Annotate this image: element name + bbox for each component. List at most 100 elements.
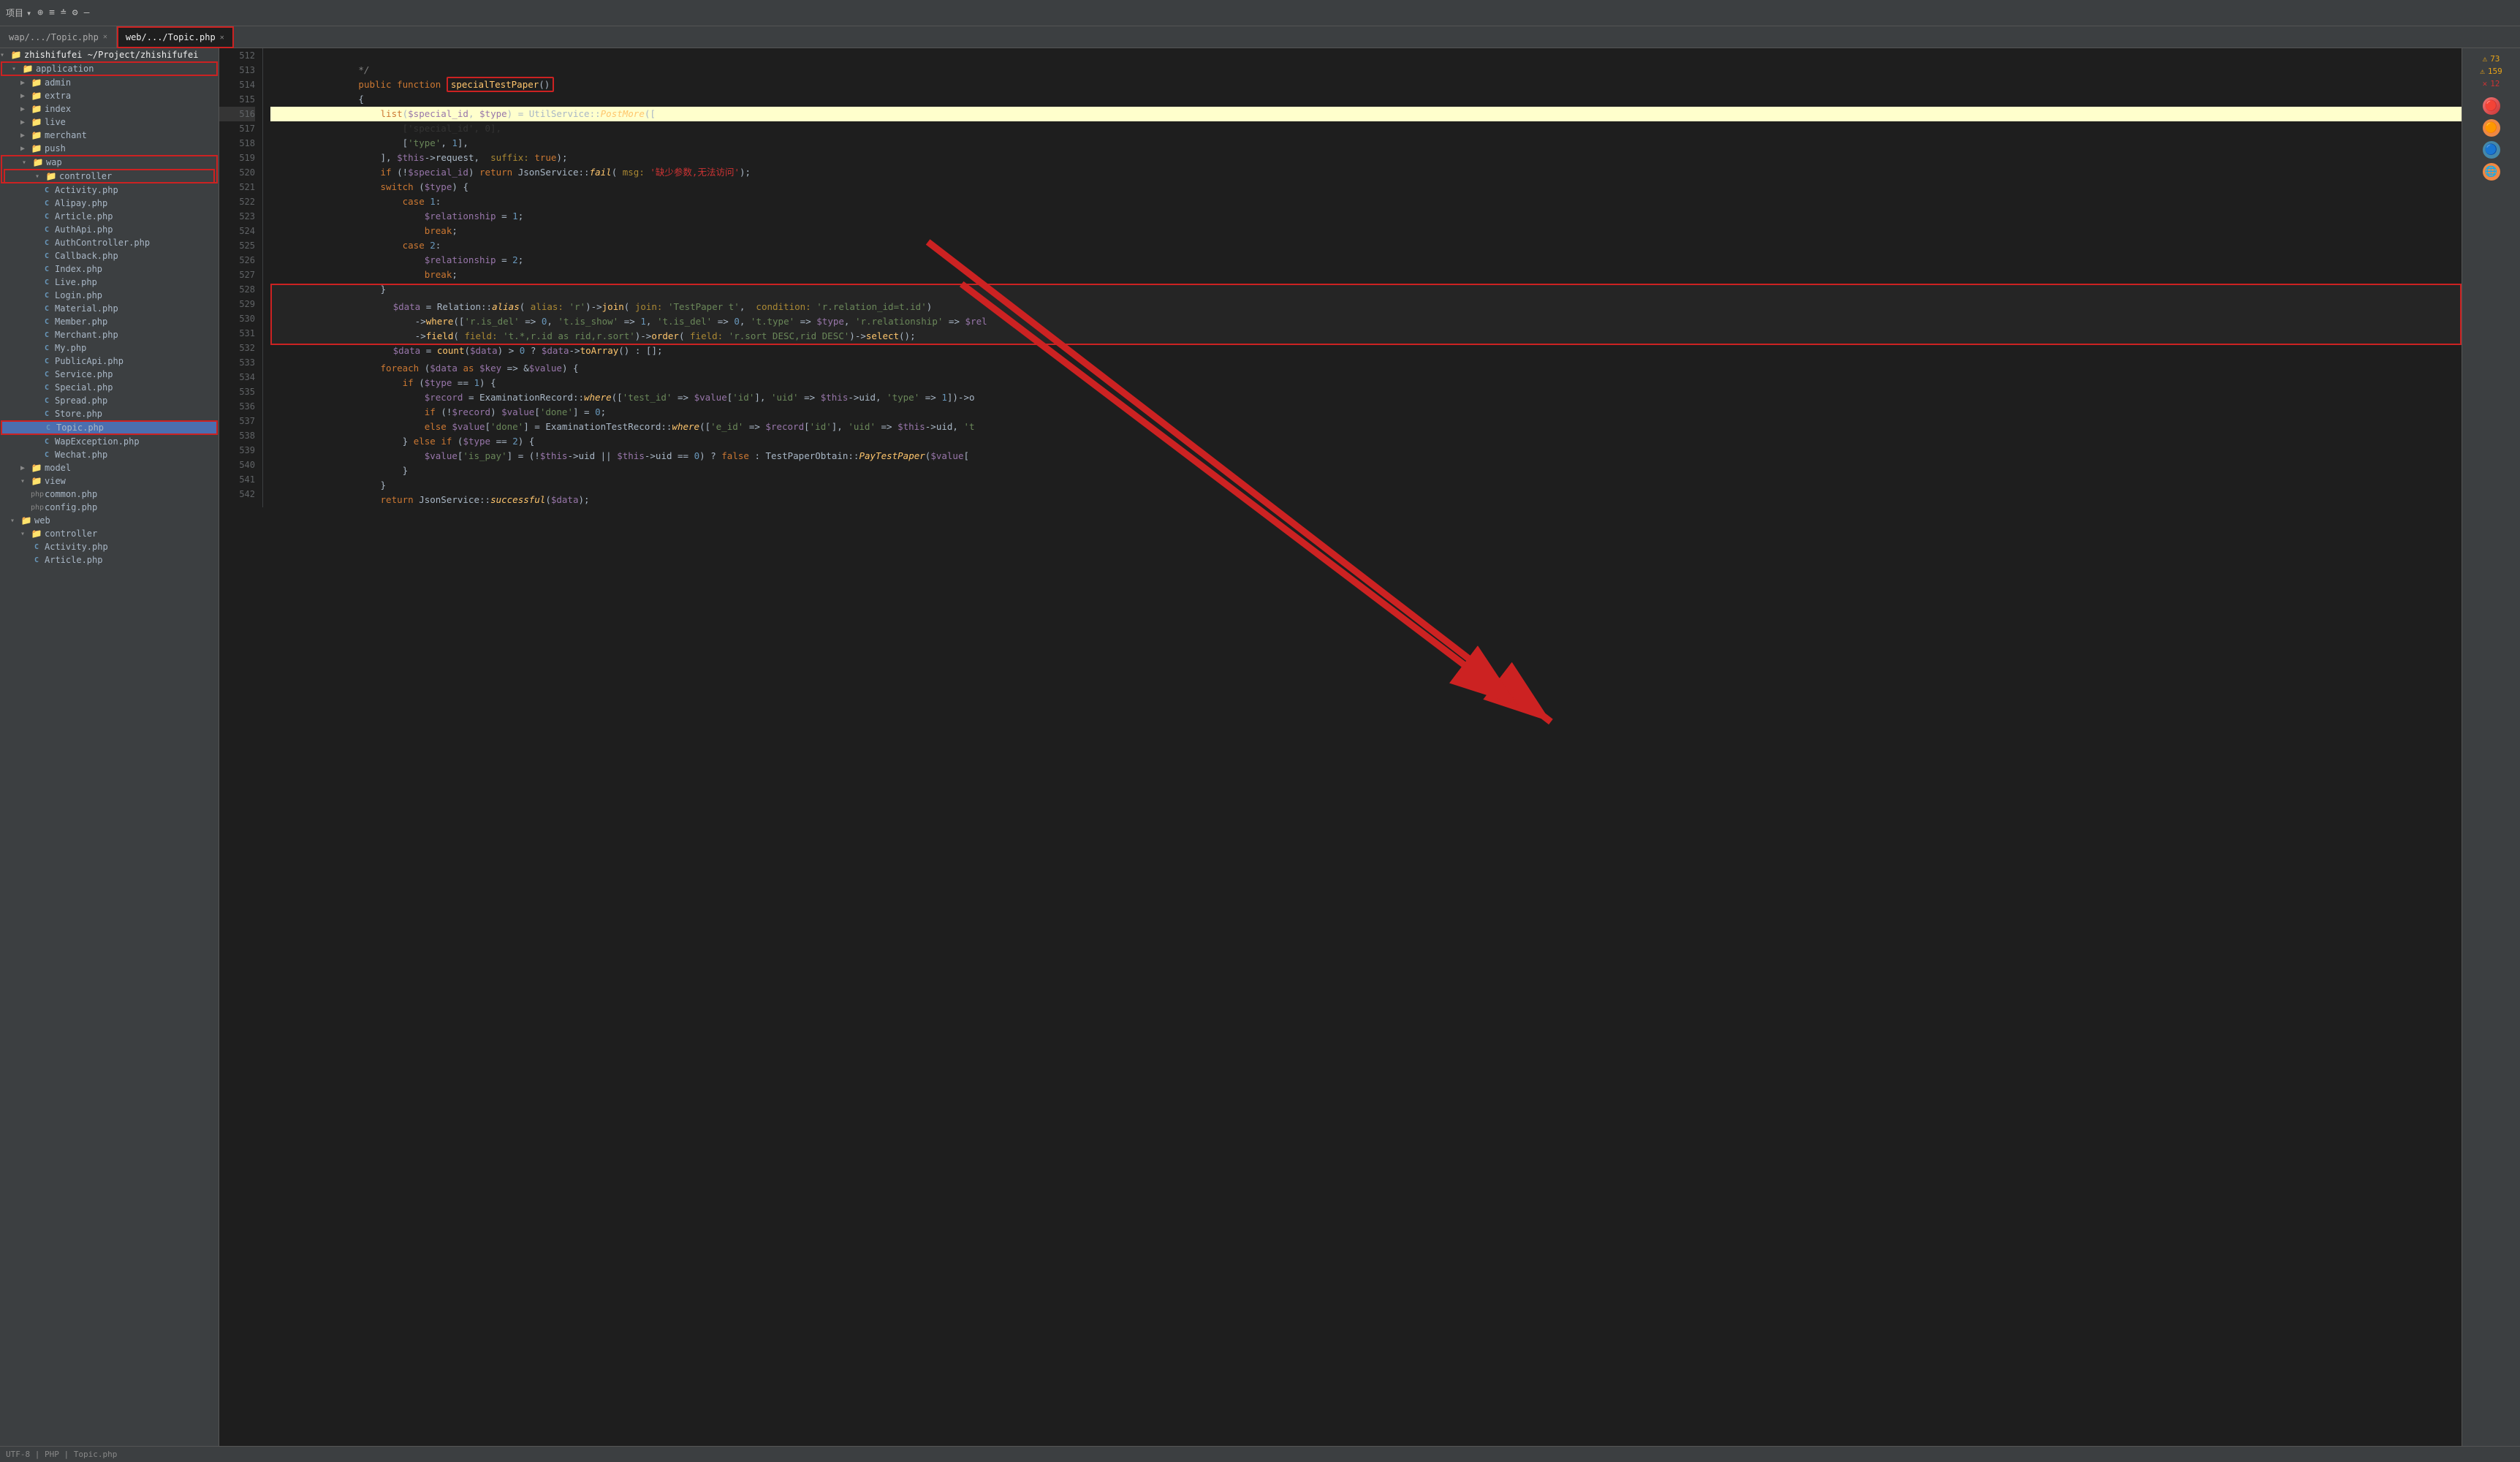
sidebar-item-model[interactable]: ▶ 📁 model <box>0 461 219 474</box>
code-line-514: { <box>270 77 2462 92</box>
sidebar-item-push[interactable]: ▶ 📁 push <box>0 142 219 155</box>
sidebar-file-topic[interactable]: C Topic.php <box>1 421 217 434</box>
sidebar-file-live[interactable]: C Live.php <box>0 276 219 289</box>
sidebar-item-index[interactable]: ▶ 📁 index <box>0 102 219 115</box>
browser-icon-4: 🌐 <box>2483 163 2500 181</box>
app-container: 项目 ▾ ⊕ ≡ ≐ ⚙ — wap/.../Topic.php ✕ web/.… <box>0 0 2520 1462</box>
sidebar-file-authcontroller[interactable]: C AuthController.php <box>0 236 219 249</box>
tab-label: web/.../Topic.php <box>126 32 216 42</box>
sidebar-item-label: config.php <box>45 502 97 512</box>
php-file-icon: C <box>41 265 53 273</box>
line-number: 517 <box>219 121 255 136</box>
warning-icon-2: ⚠ <box>2480 67 2485 76</box>
line-number: 539 <box>219 443 255 458</box>
php-file-icon: C <box>41 279 53 287</box>
minimize-icon[interactable]: — <box>84 7 90 18</box>
sidebar-item-label: model <box>45 463 71 473</box>
sidebar-item-label: Activity.php <box>55 185 118 195</box>
php-file-icon: C <box>41 438 53 446</box>
toolbar-icon-1[interactable]: ⊕ <box>37 7 43 18</box>
sidebar-file-service[interactable]: C Service.php <box>0 368 219 381</box>
sidebar-item-application[interactable]: ▾ 📁 application <box>1 62 217 75</box>
line-number: 529 <box>219 297 255 311</box>
php-file-icon: C <box>41 239 53 247</box>
sidebar-file-my[interactable]: C My.php <box>0 341 219 355</box>
sidebar-file-web-activity[interactable]: C Activity.php <box>0 540 219 553</box>
sidebar-file-wechat[interactable]: C Wechat.php <box>0 448 219 461</box>
sidebar-item-label: application <box>36 64 94 74</box>
error-count-label: 12 <box>2490 79 2500 88</box>
toolbar-icon-2[interactable]: ≡ <box>49 7 55 18</box>
line-number: 524 <box>219 224 255 238</box>
sidebar-file-publicapi[interactable]: C PublicApi.php <box>0 355 219 368</box>
sidebar-item-label: WapException.php <box>55 436 140 447</box>
code-line-538: $value['is_pay'] = (!$this->uid || $this… <box>270 434 2462 449</box>
code-line-512: */ <box>270 48 2462 63</box>
sidebar-file-merchant[interactable]: C Merchant.php <box>0 328 219 341</box>
line-number: 521 <box>219 180 255 194</box>
sidebar-file-special[interactable]: C Special.php <box>0 381 219 394</box>
sidebar-item-label: AuthApi.php <box>55 224 113 235</box>
sidebar-file-common[interactable]: php common.php <box>0 488 219 501</box>
sidebar-item-merchant[interactable]: ▶ 📁 merchant <box>0 129 219 142</box>
toolbar-project[interactable]: 项目 ▾ <box>6 7 31 19</box>
sidebar-file-callback[interactable]: C Callback.php <box>0 249 219 262</box>
sidebar-item-extra[interactable]: ▶ 📁 extra <box>0 89 219 102</box>
sidebar-item-web[interactable]: ▾ 📁 web <box>0 514 219 527</box>
browser-icon-2: 🟠 <box>2483 119 2500 137</box>
sidebar-item-view[interactable]: ▾ 📁 view <box>0 474 219 488</box>
warning-count-label-2: 159 <box>2488 67 2502 76</box>
code-editor[interactable]: 512 513 514 515 516 517 518 519 520 521 … <box>219 48 2462 1446</box>
sidebar-file-login[interactable]: C Login.php <box>0 289 219 302</box>
sidebar-item-admin[interactable]: ▶ 📁 admin <box>0 76 219 89</box>
gear-icon[interactable]: ⚙ <box>72 7 78 18</box>
sidebar-file-wapexception[interactable]: C WapException.php <box>0 435 219 448</box>
sidebar-root[interactable]: ▾ 📁 zhishifufei ~/Project/zhishifufei <box>0 48 219 61</box>
code-content[interactable]: */ public function specialTestPaper() { … <box>263 48 2462 507</box>
sidebar-file-activity[interactable]: C Activity.php <box>0 183 219 197</box>
folder-icon: 📁 <box>10 50 22 60</box>
chevron-down-icon: ▾ <box>10 517 20 525</box>
close-icon[interactable]: ✕ <box>220 34 224 42</box>
chevron-right-icon: ▶ <box>20 145 31 153</box>
toolbar-icon-3[interactable]: ≐ <box>61 7 67 18</box>
folder-icon: 📁 <box>22 64 34 74</box>
sidebar-file-config[interactable]: php config.php <box>0 501 219 514</box>
sidebar-file-store[interactable]: C Store.php <box>0 407 219 420</box>
sidebar-item-label: Wechat.php <box>55 450 107 460</box>
sidebar-file-index[interactable]: C Index.php <box>0 262 219 276</box>
sidebar-item-label: Material.php <box>55 303 118 314</box>
php-file-icon: C <box>41 344 53 352</box>
sidebar-file-member[interactable]: C Member.php <box>0 315 219 328</box>
folder-icon: 📁 <box>31 104 42 114</box>
php-file-icon: C <box>41 357 53 366</box>
sidebar-file-authapi[interactable]: C AuthApi.php <box>0 223 219 236</box>
sidebar-item-controller[interactable]: ▾ 📁 controller <box>4 170 214 183</box>
line-number: 522 <box>219 194 255 209</box>
close-icon[interactable]: ✕ <box>103 33 107 41</box>
sidebar-file-spread[interactable]: C Spread.php <box>0 394 219 407</box>
sidebar-item-label: wap <box>46 157 62 167</box>
code-line-533: if ($type == 1) { <box>270 361 2462 376</box>
folder-icon: 📁 <box>31 117 42 127</box>
chevron-right-icon: ▶ <box>20 132 31 140</box>
sidebar-item-web-controller[interactable]: ▾ 📁 controller <box>0 527 219 540</box>
tab-wap-topic[interactable]: wap/.../Topic.php ✕ <box>0 26 117 48</box>
right-panel: ⚠ 73 ⚠ 159 ✕ 12 🔴 🟠 🔵 🌐 <box>2462 48 2520 1446</box>
sidebar-file-alipay[interactable]: C Alipay.php <box>0 197 219 210</box>
sidebar-item-label: push <box>45 143 66 154</box>
sidebar-file-material[interactable]: C Material.php <box>0 302 219 315</box>
php-file-icon: C <box>41 318 53 326</box>
php-file-icon: php <box>31 504 42 512</box>
sidebar-item-label: Login.php <box>55 290 102 300</box>
sidebar-item-live[interactable]: ▶ 📁 live <box>0 115 219 129</box>
tab-web-topic[interactable]: web/.../Topic.php ✕ <box>117 26 234 48</box>
warning-icon: ⚠ <box>2483 54 2488 64</box>
code-line-525: $relationship = 2; <box>270 238 2462 253</box>
folder-icon: 📁 <box>31 529 42 539</box>
code-area: 512 513 514 515 516 517 518 519 520 521 … <box>219 48 2462 507</box>
sidebar-file-web-article[interactable]: C Article.php <box>0 553 219 567</box>
sidebar-item-wap[interactable]: ▾ 📁 wap <box>1 156 217 169</box>
toolbar: 项目 ▾ ⊕ ≡ ≐ ⚙ — <box>0 0 2520 26</box>
sidebar-file-article[interactable]: C Article.php <box>0 210 219 223</box>
